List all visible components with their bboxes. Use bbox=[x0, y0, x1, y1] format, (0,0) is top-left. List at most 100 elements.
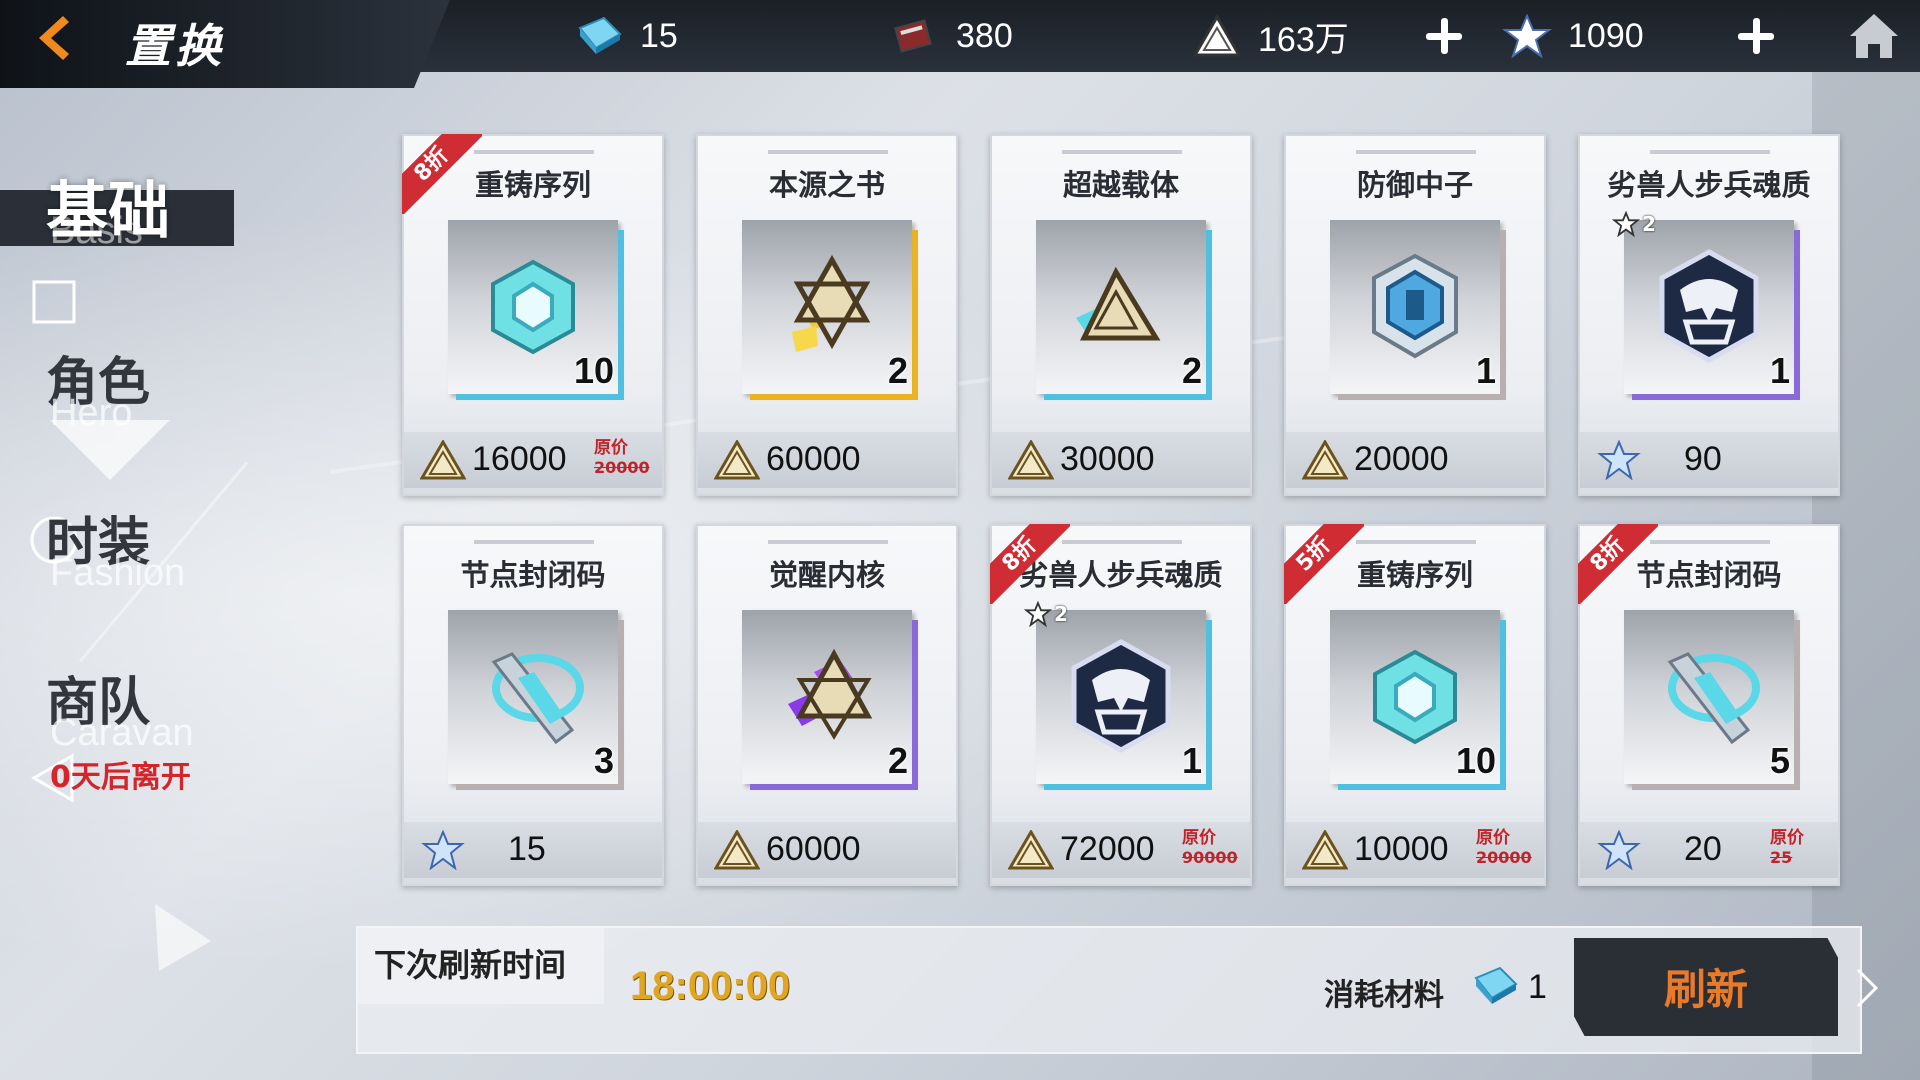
sidebar-item-basis[interactable]: Basis 基础 bbox=[0, 150, 240, 270]
card-top-line bbox=[1356, 150, 1476, 154]
card-top-line bbox=[768, 150, 888, 154]
crystal-chip-icon bbox=[578, 16, 622, 54]
shop-card[interactable]: 劣兽人步兵魂质 21 90 bbox=[1578, 134, 1840, 496]
sidebar-item-caravan[interactable]: 商队 Caravan bbox=[0, 660, 240, 760]
caravan-leave-countdown: 0天后离开 bbox=[50, 760, 191, 795]
original-price-label: 原价 bbox=[1476, 828, 1510, 848]
item-quantity: 2 bbox=[1181, 350, 1202, 391]
square-icon bbox=[32, 280, 76, 324]
star-level-badge: 2 bbox=[1024, 600, 1068, 628]
transcend-carrier-icon bbox=[1076, 266, 1161, 341]
gold-triangle-icon bbox=[1302, 830, 1348, 870]
rarity-bar bbox=[1044, 394, 1212, 400]
refresh-countdown: 18:00:00 bbox=[630, 964, 791, 1008]
discount-label: 8折 bbox=[1578, 524, 1658, 604]
cost-label: 消耗材料 bbox=[1324, 978, 1444, 1013]
rarity-bar bbox=[1794, 620, 1800, 790]
cost-value: 1 bbox=[1528, 968, 1547, 1006]
sidebar-item-fashion[interactable]: 时装 Fashion bbox=[0, 500, 240, 600]
home-button[interactable] bbox=[1846, 10, 1902, 62]
price-row: 90 bbox=[1580, 432, 1838, 488]
original-price-label: 原价 bbox=[1182, 828, 1216, 848]
blue-star-icon bbox=[1597, 830, 1641, 870]
original-price-label: 原价 bbox=[594, 438, 628, 458]
page-title: 置换 bbox=[125, 19, 225, 73]
item-price: 20000 bbox=[1354, 440, 1449, 478]
shop-card[interactable]: 防御中子 1 20000 bbox=[1284, 134, 1546, 496]
item-quantity: 10 bbox=[573, 350, 614, 391]
origin-book-icon bbox=[792, 254, 871, 352]
home-icon bbox=[1850, 14, 1898, 58]
card-top-line bbox=[1356, 540, 1476, 544]
card-top-line bbox=[474, 540, 594, 544]
node-code-icon bbox=[1667, 652, 1760, 745]
discount-ribbon: 8折 bbox=[402, 134, 482, 214]
chevron-right-icon bbox=[1856, 968, 1879, 1008]
card-top-line bbox=[1062, 150, 1182, 154]
refresh-label-tab: 下次刷新时间 bbox=[358, 928, 604, 1004]
item-name: 觉醒内核 bbox=[768, 558, 885, 592]
blue-star-icon bbox=[1597, 440, 1641, 480]
item-frame: 1 bbox=[1330, 220, 1506, 400]
item-quantity: 1 bbox=[1181, 740, 1202, 781]
rarity-bar bbox=[1338, 784, 1506, 790]
original-price-value: 25 bbox=[1770, 848, 1793, 867]
rarity-bar bbox=[1500, 620, 1506, 790]
star-level-value: 2 bbox=[1642, 212, 1656, 236]
price-row: 60000 bbox=[698, 432, 956, 488]
refresh-button[interactable]: 刷新 bbox=[1574, 938, 1838, 1036]
rarity-bar bbox=[456, 394, 624, 400]
original-price: 原价 90000 bbox=[1182, 828, 1238, 868]
sidebar-item-hero[interactable]: 角色 Hero bbox=[0, 340, 240, 440]
item-frame: 21 bbox=[1612, 210, 1800, 400]
add-gold-button[interactable] bbox=[1422, 14, 1466, 58]
shop-card[interactable]: 觉醒内核 2 60000 bbox=[696, 524, 958, 886]
original-price: 原价 20000 bbox=[1476, 828, 1532, 868]
card-top-line bbox=[1650, 540, 1770, 544]
shop-card[interactable]: 节点封闭码 3 15 bbox=[402, 524, 664, 886]
rarity-bar bbox=[1206, 620, 1212, 790]
original-price: 原价 25 bbox=[1770, 828, 1804, 868]
gold-triangle-icon bbox=[1192, 14, 1242, 57]
price-row: 60000 bbox=[698, 822, 956, 878]
item-quantity: 1 bbox=[1769, 350, 1790, 391]
defense-neutron-icon bbox=[1372, 253, 1458, 359]
price-row: 16000 原价 20000 bbox=[404, 432, 662, 488]
book-icon bbox=[894, 19, 932, 53]
item-quantity: 2 bbox=[887, 350, 908, 391]
gold-triangle-icon bbox=[714, 830, 760, 870]
back-button[interactable] bbox=[22, 12, 84, 64]
item-frame: 10 bbox=[1330, 610, 1506, 790]
shop-card[interactable]: 劣兽人步兵魂质 21 72000 原价 90000 8折 bbox=[990, 524, 1252, 886]
rarity-bar bbox=[912, 230, 918, 400]
price-row: 72000 原价 90000 bbox=[992, 822, 1250, 878]
item-name: 节点封闭码 bbox=[460, 558, 606, 592]
item-name: 本源之书 bbox=[768, 168, 885, 202]
resource-book: 380 bbox=[890, 10, 1013, 62]
rarity-bar bbox=[1206, 230, 1212, 400]
background-shard bbox=[129, 889, 211, 971]
gold-triangle-icon bbox=[420, 440, 466, 480]
item-quantity: 3 bbox=[593, 740, 614, 781]
star-level-icon bbox=[1024, 600, 1052, 628]
add-star-button[interactable] bbox=[1734, 14, 1778, 58]
sidebar-item-en-label: Caravan bbox=[50, 712, 194, 754]
item-name: 防御中子 bbox=[1356, 168, 1473, 202]
next-page-button[interactable] bbox=[1852, 966, 1882, 1010]
shop-card[interactable]: 本源之书 2 60000 bbox=[696, 134, 958, 496]
item-price: 15 bbox=[508, 830, 546, 868]
shop-card[interactable]: 超越载体 2 30000 bbox=[990, 134, 1252, 496]
rarity-bar bbox=[912, 620, 918, 790]
recent-apps-button[interactable] bbox=[28, 276, 80, 328]
shop-card[interactable]: 重铸序列 10 10000 原价 20000 5折 bbox=[1284, 524, 1546, 886]
discount-label: 5折 bbox=[1284, 524, 1364, 604]
sidebar-item-cn-label: 基础 bbox=[46, 174, 171, 247]
item-frame: 2 bbox=[742, 220, 918, 400]
card-top-line bbox=[768, 540, 888, 544]
card-top-line bbox=[1062, 540, 1182, 544]
resource-star: 1090 bbox=[1502, 10, 1644, 62]
item-quantity: 5 bbox=[1769, 740, 1790, 781]
rarity-bar bbox=[1044, 784, 1212, 790]
shop-card[interactable]: 节点封闭码 5 20 原价 25 8折 bbox=[1578, 524, 1840, 886]
shop-card[interactable]: 重铸序列 10 16000 原价 20000 8折 bbox=[402, 134, 664, 496]
